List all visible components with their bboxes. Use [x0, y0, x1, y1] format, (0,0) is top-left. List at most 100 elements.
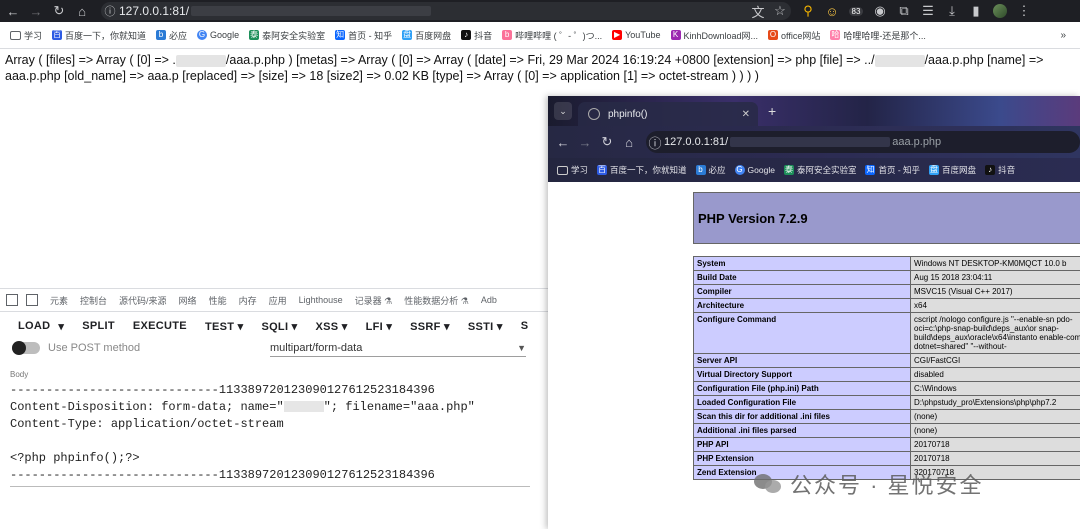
home-icon[interactable]: ⌂ [618, 131, 640, 153]
phpinfo-value: Windows NT DESKTOP-KM0MQCT 10.0 b [910, 256, 1080, 271]
site-info-icon[interactable]: ⓘ [101, 3, 119, 19]
new-tab-icon[interactable]: + [768, 103, 776, 119]
bookmark-item[interactable]: ♪ 抖音 [461, 29, 492, 42]
enctype-value: multipart/form-data [270, 342, 363, 354]
back-icon[interactable]: ← [552, 131, 574, 153]
phpinfo-key: Scan this dir for additional .ini files [693, 409, 911, 424]
reload-icon[interactable]: ↻ [596, 131, 618, 153]
bookmark-item[interactable]: 百百度一下，你就知道 [52, 29, 146, 42]
devtools-tab[interactable]: 性能 [209, 294, 227, 307]
more-menu[interactable]: S [521, 320, 529, 332]
bookmark-item[interactable]: Ooffice网站 [768, 29, 820, 42]
bookmark-star-icon[interactable]: ☆ [769, 2, 791, 20]
side-panel-icon[interactable]: ▮ [965, 0, 987, 22]
response-part: Array ( [files] => Array ( [0] => . [5, 53, 176, 67]
close-tab-icon[interactable]: ✕ [742, 109, 750, 120]
wechat-icon [754, 472, 784, 496]
reading-list-icon[interactable]: ☰ [917, 0, 939, 22]
post-method-label: Use POST method [48, 342, 141, 354]
bookmark-item[interactable]: 学习 [557, 164, 588, 176]
phpinfo-value: Aug 15 2018 23:04:11 [910, 270, 1080, 285]
bookmark-item[interactable]: G Google [734, 165, 775, 175]
devtools-tab[interactable]: Adb [481, 295, 497, 305]
lfi-menu[interactable]: LFI ▾ [366, 320, 393, 333]
sqli-menu[interactable]: SQLI ▾ [261, 320, 297, 333]
forward-icon[interactable]: → [25, 0, 47, 22]
devtools-tab[interactable]: 网络 [179, 294, 197, 307]
response-part: /aaa.p.php ) [metas] => Array ( [0] => A… [225, 53, 875, 67]
devtools-tab[interactable]: 应用 [269, 294, 287, 307]
bookmark-item[interactable]: ♪ 抖音 [985, 164, 1015, 176]
bookmark-item[interactable]: 泰泰阿安全实验室 [783, 164, 856, 176]
forward-icon[interactable]: → [574, 131, 596, 153]
body-textarea[interactable]: -----------------------------11338972012… [10, 382, 530, 484]
bookmark-item[interactable]: b 必应 [156, 29, 187, 42]
devtools-tab[interactable]: 源代码/来源 [119, 294, 167, 307]
kinh-icon: K [670, 30, 681, 40]
chevron-right-icon[interactable]: » [1060, 30, 1066, 41]
extension-badge[interactable]: 83 [845, 0, 867, 22]
phpinfo-key: System [693, 256, 911, 271]
phpinfo-value: (none) [910, 409, 1080, 424]
bookmark-item[interactable]: 盘百度网盘 [929, 164, 976, 176]
ssti-menu[interactable]: SSTI ▾ [468, 320, 503, 333]
load-button[interactable]: LOAD [18, 320, 50, 332]
bookmark-label: Google [747, 165, 775, 175]
bookmark-item[interactable]: 学习 [10, 29, 42, 42]
devtools-tab[interactable]: 性能数据分析 ⚗ [404, 294, 469, 307]
search-extension-icon[interactable]: ⚲ [797, 0, 819, 22]
extensions-puzzle-icon[interactable]: ⧉ [893, 0, 915, 22]
bookmark-item[interactable]: 百百度一下，你就知道 [597, 164, 687, 176]
bookmark-item[interactable]: 知首页 - 知乎 [865, 164, 920, 176]
tab-phpinfo[interactable]: phpinfo() ✕ [578, 102, 758, 126]
post-method-toggle[interactable] [12, 341, 40, 355]
device-toolbar-icon[interactable] [26, 294, 38, 306]
bookmark-label: 哔哩哔哩 ( ゜- ゜)つ... [515, 30, 603, 41]
devtools-tab[interactable]: 记录器 ⚗ [355, 294, 393, 307]
load-dropdown-button[interactable]: ▾ [58, 320, 64, 333]
address-bar[interactable]: ⓘ 127.0.0.1:81/ 文 ☆ [101, 2, 791, 20]
test-menu[interactable]: TEST ▾ [205, 320, 244, 333]
bookmark-item[interactable]: K KinhDownload网... [670, 29, 758, 42]
inspect-element-icon[interactable] [6, 294, 18, 306]
bookmark-item[interactable]: ▶ YouTube [612, 30, 661, 40]
globe-icon [588, 108, 600, 120]
back-icon[interactable]: ← [2, 0, 24, 22]
ssrf-menu[interactable]: SSRF ▾ [410, 320, 450, 333]
devtools-tab[interactable]: 内存 [239, 294, 257, 307]
baidupan-icon: 盘 [402, 30, 413, 40]
bookmark-item[interactable]: b 哔哩哔哩 ( ゜- ゜)つ... [502, 29, 602, 42]
bookmark-item[interactable]: 哈哈哩哈哩-还是那个... [830, 29, 926, 42]
devtools-tab[interactable]: Lighthouse [299, 295, 343, 305]
bookmark-item[interactable]: 知首页 - 知乎 [335, 29, 392, 42]
tab-search-icon[interactable]: ⌄ [554, 102, 572, 120]
phpinfo-key: Configuration File (php.ini) Path [693, 381, 911, 396]
download-icon[interactable]: ⤓ [941, 0, 963, 22]
execute-button[interactable]: EXECUTE [133, 320, 187, 332]
devtools-tab[interactable]: 控制台 [80, 294, 107, 307]
bookmark-label: 首页 - 知乎 [878, 165, 921, 175]
phpinfo-key: PHP Extension [693, 451, 911, 466]
site-info-icon[interactable]: ⓘ [646, 131, 664, 153]
record-extension-icon[interactable]: ◉ [869, 0, 891, 22]
bookmark-label: 百度一下，你就知道 [65, 30, 147, 41]
emoji-extension-icon[interactable]: ☺ [821, 0, 843, 22]
split-button[interactable]: SPLIT [82, 320, 115, 332]
bookmark-label: 百度一下，你就知道 [610, 165, 687, 175]
bookmark-item[interactable]: 泰泰阿安全实验室 [249, 29, 325, 42]
home-icon[interactable]: ⌂ [71, 0, 93, 22]
devtools-tab[interactable]: 元素 [50, 294, 68, 307]
bookmark-item[interactable]: G Google [197, 30, 239, 40]
address-bar[interactable]: ⓘ 127.0.0.1:81/ aaa.p.php [646, 131, 1080, 153]
phpinfo-value: MSVC15 (Visual C++ 2017) [910, 284, 1080, 299]
page-title: PHP Version 7.2.9 [698, 210, 808, 226]
xss-menu[interactable]: XSS ▾ [315, 320, 347, 333]
menu-icon[interactable]: ⋮ [1013, 0, 1035, 22]
translate-icon[interactable]: 文 [747, 2, 769, 20]
enctype-select[interactable]: multipart/form-data ▼ [270, 340, 526, 357]
window2-toolbar: ← → ↻ ⌂ ⓘ 127.0.0.1:81/ aaa.p.php [548, 126, 1080, 158]
bookmark-item[interactable]: b 必应 [695, 164, 726, 176]
bookmark-item[interactable]: 盘百度网盘 [402, 29, 451, 42]
reload-icon[interactable]: ↻ [48, 0, 70, 22]
profile-avatar[interactable] [989, 0, 1011, 22]
